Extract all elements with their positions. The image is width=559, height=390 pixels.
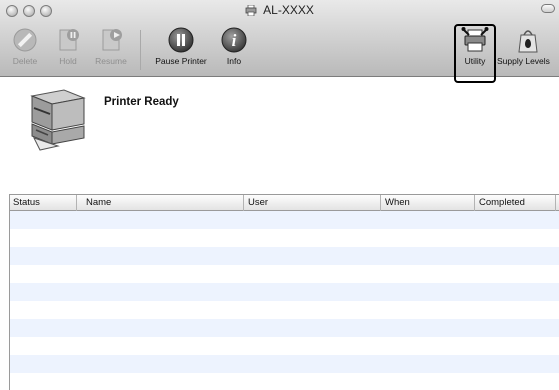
pause-printer-button[interactable]: Pause Printer [148,26,214,72]
window-title-area: AL-XXXX [0,3,559,17]
delete-label: Delete [12,56,38,66]
table-row [10,355,559,373]
printer-status: Printer Ready [104,96,179,108]
info-label: Info [226,56,242,66]
column-divider[interactable] [555,195,556,211]
table-row [10,211,559,229]
resume-label: Resume [95,56,127,66]
title-toolbar: AL-XXXX Delete Hold Resume Pause Printer… [0,0,559,83]
window-title: AL-XXXX [263,3,314,17]
column-header-status[interactable]: Status [13,197,40,208]
hold-icon [59,29,79,51]
hold-button[interactable]: Hold [53,26,83,72]
pause-printer-label: Pause Printer [155,56,207,66]
column-divider[interactable] [243,195,244,211]
column-header-user[interactable]: User [248,197,268,208]
printer-mini-icon [245,5,257,16]
supply-levels-label: Supply Levels [497,56,550,66]
column-header-when[interactable]: When [385,197,410,208]
table-row [10,337,559,355]
table-row [10,373,559,390]
table-row [10,301,559,319]
toolbar-separator [140,30,141,70]
table-row [10,283,559,301]
svg-text:i: i [232,31,237,50]
column-header-name[interactable]: Name [86,197,111,208]
job-list[interactable]: Status Name User When Completed [9,194,559,390]
table-row [10,229,559,247]
resume-icon [102,29,122,51]
table-row [10,265,559,283]
info-icon: i [221,27,247,53]
table-row [10,319,559,337]
resume-button[interactable]: Resume [91,26,131,72]
hold-label: Hold [59,56,77,66]
delete-icon [13,28,37,52]
supply-levels-button[interactable]: Supply Levels [496,26,559,72]
toolbar-toggle-button[interactable] [541,4,555,13]
printer-image [30,89,86,151]
delete-button[interactable]: Delete [8,26,42,72]
column-divider[interactable] [380,195,381,211]
info-button[interactable]: i Info [220,26,248,72]
column-divider[interactable] [474,195,475,211]
column-divider[interactable] [76,195,77,211]
pause-icon [168,27,194,53]
job-rows [10,211,559,390]
job-list-header: Status Name User When Completed [10,195,559,211]
table-row [10,247,559,265]
supply-levels-icon [517,30,538,53]
utility-highlight-frame [454,24,496,83]
print-queue-window: AL-XXXX Delete Hold Resume Pause Printer… [0,0,559,390]
column-header-completed[interactable]: Completed [479,197,525,208]
